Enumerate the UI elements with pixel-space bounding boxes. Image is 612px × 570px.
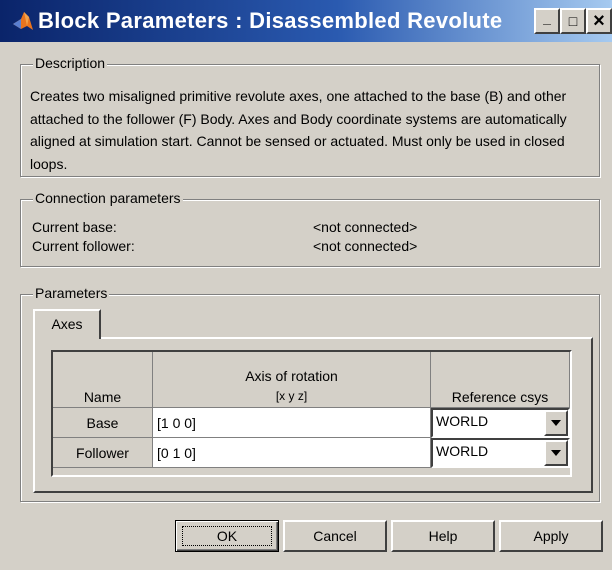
maximize-button[interactable]: □ (560, 8, 586, 34)
tab-axes[interactable]: Axes (33, 309, 101, 339)
cancel-label: Cancel (313, 528, 357, 544)
minimize-icon: _ (543, 10, 551, 26)
follower-reference-dropdown[interactable]: WORLD (431, 438, 570, 468)
current-base-label: Current base: (32, 219, 117, 235)
base-reference-value: WORLD (436, 413, 489, 429)
help-label: Help (428, 528, 458, 544)
header-name: Name (53, 352, 153, 408)
minimize-button[interactable]: _ (534, 8, 560, 34)
connection-parameters-group: Connection parameters Current base: <not… (20, 190, 600, 267)
row-name-follower: Follower (53, 438, 153, 468)
current-base-value: <not connected> (313, 219, 418, 235)
header-reference-csys: Reference csys (431, 352, 570, 408)
chevron-down-icon (551, 420, 561, 426)
description-legend: Description (33, 55, 108, 71)
focus-indicator (182, 526, 272, 546)
close-button[interactable]: × (586, 8, 612, 34)
base-reference-dropdown[interactable]: WORLD (431, 408, 570, 438)
parameters-legend: Parameters (33, 285, 110, 301)
base-axis-field[interactable]: [1 0 0] (153, 408, 431, 438)
axes-tab-panel: Name Axis of rotation [x y z] Reference … (33, 337, 593, 493)
follower-axis-field[interactable]: [0 1 0] (153, 438, 431, 468)
close-icon: × (593, 10, 605, 32)
chevron-down-icon (551, 450, 561, 456)
parameters-group: Parameters Name Axis of rotation [x y z]… (20, 285, 600, 502)
matlab-logo-icon (13, 12, 33, 30)
description-group: Description Creates two misaligned primi… (20, 55, 600, 177)
apply-label: Apply (533, 528, 569, 544)
current-follower-value: <not connected> (313, 238, 418, 254)
header-axis-label: Axis of rotation (245, 368, 338, 384)
title-bar[interactable]: Block Parameters : Disassembled Revolute… (0, 0, 612, 42)
maximize-icon: □ (568, 13, 578, 29)
window-title: Block Parameters : Disassembled Revolute (38, 8, 503, 33)
axes-table: Name Axis of rotation [x y z] Reference … (51, 350, 572, 477)
ok-button[interactable]: OK (175, 520, 279, 552)
follower-dropdown-button[interactable] (544, 440, 568, 466)
row-name-base: Base (53, 408, 153, 438)
block-parameters-dialog: Block Parameters : Disassembled Revolute… (0, 0, 612, 570)
apply-button[interactable]: Apply (499, 520, 603, 552)
cancel-button[interactable]: Cancel (283, 520, 387, 552)
header-axis-of-rotation: Axis of rotation [x y z] (153, 352, 431, 408)
connection-legend: Connection parameters (33, 190, 183, 206)
help-button[interactable]: Help (391, 520, 495, 552)
follower-reference-value: WORLD (436, 443, 489, 459)
header-axis-sub: [x y z] (275, 389, 308, 403)
base-dropdown-button[interactable] (544, 410, 568, 436)
description-text: Creates two misaligned primitive revolut… (30, 88, 567, 172)
current-follower-label: Current follower: (32, 238, 135, 254)
